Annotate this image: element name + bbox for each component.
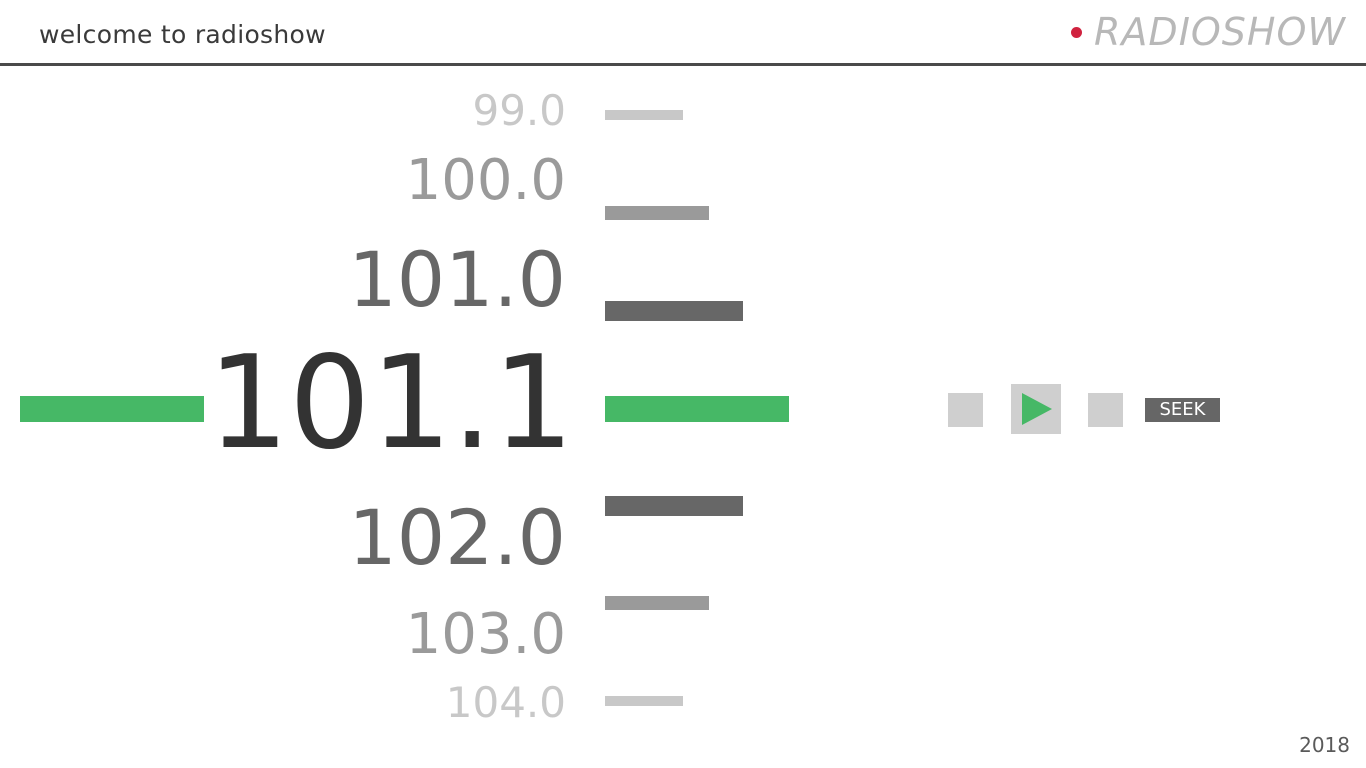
station-frequency[interactable]: 103.0 <box>406 607 566 663</box>
active-station-indicator-left <box>20 396 204 422</box>
prev-station-button[interactable] <box>948 393 983 427</box>
station-level-bar <box>605 206 709 220</box>
page-title: welcome to radioshow <box>39 20 326 49</box>
logo-text: RADIOSHOW <box>1094 10 1346 54</box>
station-level-bar <box>605 301 743 321</box>
record-dot-icon <box>1071 26 1083 38</box>
station-level-bar <box>605 496 743 516</box>
seek-button[interactable]: SEEK <box>1145 398 1220 422</box>
next-station-button[interactable] <box>1088 393 1123 427</box>
station-frequency[interactable]: 102.0 <box>348 500 566 576</box>
playback-controls: SEEK <box>948 384 1248 434</box>
active-station-indicator-right <box>605 396 789 422</box>
app-logo: RADIOSHOW <box>1071 10 1346 54</box>
current-frequency: 101.1 <box>207 329 574 478</box>
footer-year: 2018 <box>1299 733 1350 757</box>
station-frequency[interactable]: 100.0 <box>406 153 566 209</box>
station-level-bar <box>605 110 683 120</box>
play-icon <box>1022 393 1052 425</box>
station-frequency[interactable]: 99.0 <box>472 90 566 132</box>
play-button[interactable] <box>1011 384 1061 434</box>
station-level-bar <box>605 696 683 706</box>
station-frequency[interactable]: 104.0 <box>446 682 566 724</box>
station-level-bar <box>605 596 709 610</box>
header-divider <box>0 63 1366 66</box>
station-frequency[interactable]: 101.0 <box>348 242 566 318</box>
